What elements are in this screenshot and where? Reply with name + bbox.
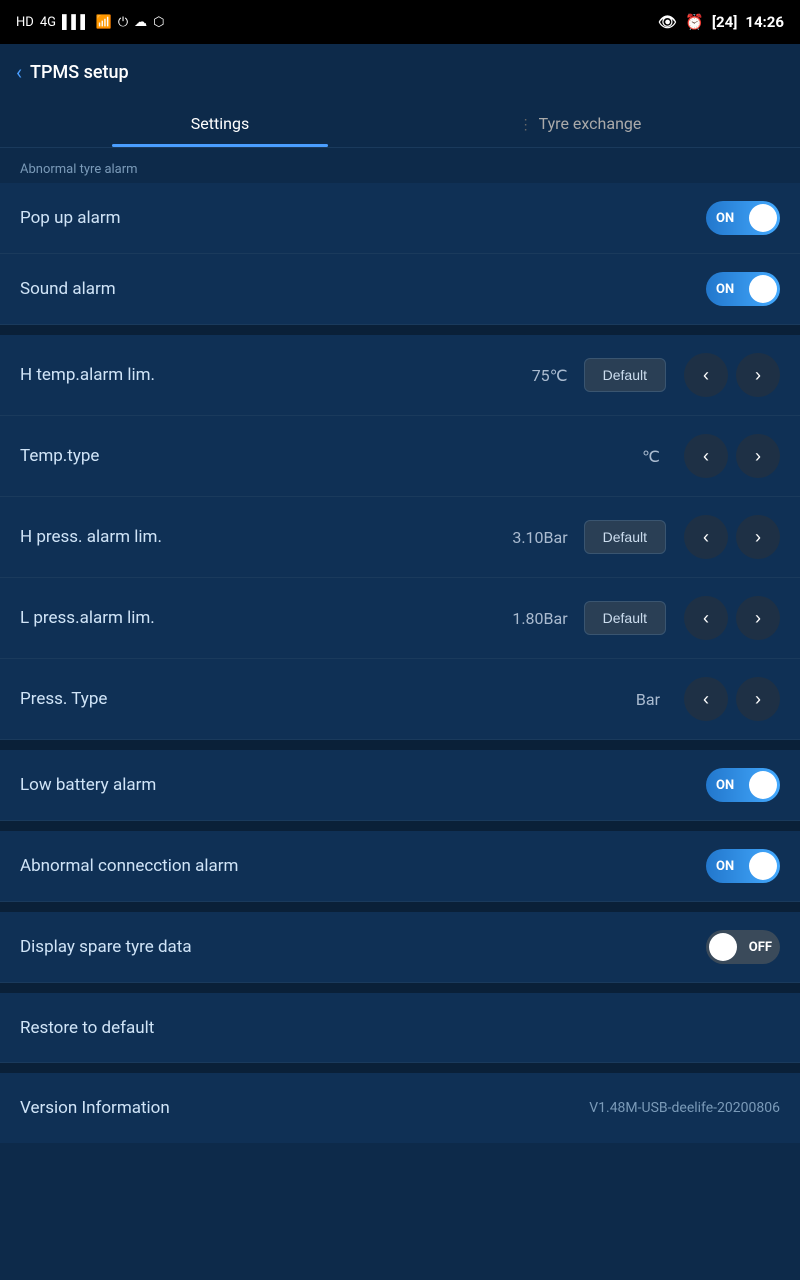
section-label-abnormal: Abnormal tyre alarm xyxy=(0,148,800,183)
toggle-knob xyxy=(709,933,737,961)
tabs-bar: Settings ⋮Tyre exchange xyxy=(0,100,800,148)
status-right: 👁 ⏰ [24] 14:26 xyxy=(658,13,784,31)
h-press-value: 3.10Bar xyxy=(488,528,568,547)
battery-indicator: [24] xyxy=(712,13,738,31)
signal-icon: ▌▌▌ xyxy=(62,14,90,30)
press-type-value: Bar xyxy=(580,690,660,709)
sound-alarm-label: Sound alarm xyxy=(20,279,706,299)
setting-row-popup-alarm: Pop up alarm ON xyxy=(0,183,800,254)
setting-row-h-press: H press. alarm lim. 3.10Bar Default ‹ › xyxy=(0,497,800,578)
h-press-label: H press. alarm lim. xyxy=(20,527,488,547)
power-icon: ⏻ xyxy=(118,15,128,30)
shield-icon: ⬡ xyxy=(153,15,164,30)
h-press-default-button[interactable]: Default xyxy=(584,520,666,554)
h-temp-label: H temp.alarm lim. xyxy=(20,365,488,385)
low-battery-label: Low battery alarm xyxy=(20,775,706,795)
divider-4 xyxy=(0,902,800,912)
alarm-icon: ⏰ xyxy=(685,13,704,31)
abnormal-connection-toggle[interactable]: ON xyxy=(706,849,780,883)
l-press-right-arrow[interactable]: › xyxy=(736,596,780,640)
setting-row-sound-alarm: Sound alarm ON xyxy=(0,254,800,325)
toggle-knob xyxy=(749,771,777,799)
setting-row-press-type: Press. Type Bar ‹ › xyxy=(0,659,800,740)
press-type-right-arrow[interactable]: › xyxy=(736,677,780,721)
temp-type-left-arrow[interactable]: ‹ xyxy=(684,434,728,478)
abnormal-connection-label: Abnormal connecction alarm xyxy=(20,856,706,876)
tab-tyre-exchange[interactable]: ⋮Tyre exchange xyxy=(400,100,760,147)
back-button[interactable]: ‹ xyxy=(16,60,22,84)
settings-content: Abnormal tyre alarm Pop up alarm ON Soun… xyxy=(0,148,800,1143)
h-press-right-arrow[interactable]: › xyxy=(736,515,780,559)
l-press-label: L press.alarm lim. xyxy=(20,608,488,628)
press-type-left-arrow[interactable]: ‹ xyxy=(684,677,728,721)
4g-icon: 4G xyxy=(40,15,56,30)
sound-alarm-toggle[interactable]: ON xyxy=(706,272,780,306)
page-title: TPMS setup xyxy=(30,62,129,83)
low-battery-toggle[interactable]: ON xyxy=(706,768,780,802)
setting-row-spare-tyre: Display spare tyre data OFF xyxy=(0,912,800,983)
l-press-default-button[interactable]: Default xyxy=(584,601,666,635)
status-left: HD 4G ▌▌▌ 📶 ⏻ ☁ ⬡ xyxy=(16,14,164,30)
spare-tyre-toggle[interactable]: OFF xyxy=(706,930,780,964)
setting-row-h-temp: H temp.alarm lim. 75℃ Default ‹ › xyxy=(0,335,800,416)
status-bar: HD 4G ▌▌▌ 📶 ⏻ ☁ ⬡ 👁 ⏰ [24] 14:26 xyxy=(0,0,800,44)
divider-2 xyxy=(0,740,800,750)
h-temp-left-arrow[interactable]: ‹ xyxy=(684,353,728,397)
toggle-knob xyxy=(749,204,777,232)
divider-3 xyxy=(0,821,800,831)
top-bar: ‹ TPMS setup xyxy=(0,44,800,100)
h-press-left-arrow[interactable]: ‹ xyxy=(684,515,728,559)
restore-label: Restore to default xyxy=(20,1018,780,1038)
setting-row-low-battery: Low battery alarm ON xyxy=(0,750,800,821)
h-temp-value: 75℃ xyxy=(488,366,568,385)
time-display: 14:26 xyxy=(745,13,784,31)
cloud-icon: ☁ xyxy=(134,15,147,30)
popup-alarm-label: Pop up alarm xyxy=(20,208,706,228)
version-value: V1.48M-USB-deelife-20200806 xyxy=(589,1100,780,1116)
setting-row-l-press: L press.alarm lim. 1.80Bar Default ‹ › xyxy=(0,578,800,659)
h-temp-default-button[interactable]: Default xyxy=(584,358,666,392)
spare-tyre-label: Display spare tyre data xyxy=(20,937,706,957)
temp-type-label: Temp.type xyxy=(20,446,580,466)
toggle-knob xyxy=(749,275,777,303)
press-type-label: Press. Type xyxy=(20,689,580,709)
version-label: Version Information xyxy=(20,1098,589,1118)
l-press-left-arrow[interactable]: ‹ xyxy=(684,596,728,640)
l-press-value: 1.80Bar xyxy=(488,609,568,628)
toggle-knob xyxy=(749,852,777,880)
popup-alarm-toggle[interactable]: ON xyxy=(706,201,780,235)
hd-icon: HD xyxy=(16,15,34,30)
divider-5 xyxy=(0,983,800,993)
divider-1 xyxy=(0,325,800,335)
setting-row-abnormal-connection: Abnormal connecction alarm ON xyxy=(0,831,800,902)
divider-6 xyxy=(0,1063,800,1073)
restore-to-default-row[interactable]: Restore to default xyxy=(0,993,800,1063)
eye-icon: 👁 xyxy=(658,13,677,31)
setting-row-temp-type: Temp.type ℃ ‹ › xyxy=(0,416,800,497)
wifi-icon: 📶 xyxy=(96,15,112,30)
version-row: Version Information V1.48M-USB-deelife-2… xyxy=(0,1073,800,1143)
tab-settings[interactable]: Settings xyxy=(40,100,400,147)
h-temp-right-arrow[interactable]: › xyxy=(736,353,780,397)
temp-type-value: ℃ xyxy=(580,447,660,466)
temp-type-right-arrow[interactable]: › xyxy=(736,434,780,478)
